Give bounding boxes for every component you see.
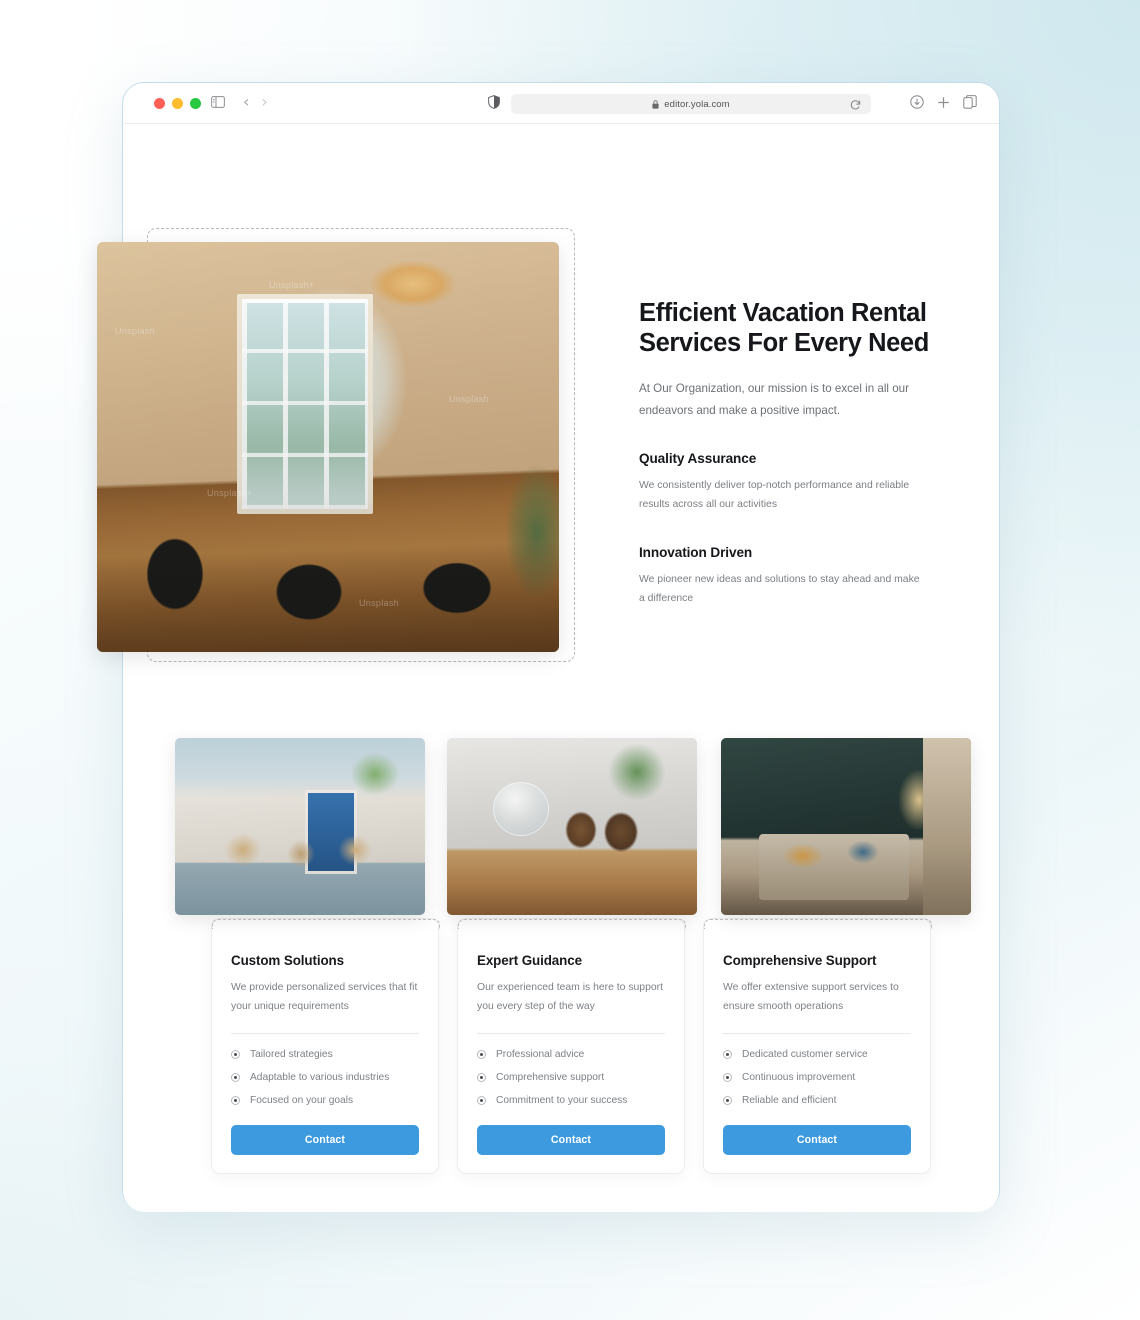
card-title: Custom Solutions: [231, 953, 344, 968]
download-icon[interactable]: [910, 95, 924, 114]
bullet-icon: [723, 1073, 732, 1083]
list-item: Focused on your goals: [231, 1095, 419, 1106]
page-canvas: Unsplash Unsplash+ Unsplash Unsplash+ Un…: [97, 124, 999, 1212]
card-custom-solutions[interactable]: Custom Solutions We provide personalized…: [175, 738, 440, 1174]
list-item: Professional advice: [477, 1049, 665, 1060]
list-item-label: Professional advice: [496, 1049, 585, 1061]
list-item-label: Continuous improvement: [742, 1072, 856, 1084]
list-item-label: Dedicated customer service: [742, 1049, 868, 1061]
address-bar[interactable]: editor.yola.com: [511, 94, 871, 114]
card-description: Our experienced team is here to support …: [477, 982, 663, 1012]
bullet-icon: [477, 1073, 486, 1083]
feature-quality-assurance: Quality Assurance We consistently delive…: [639, 451, 939, 515]
feature-title: Quality Assurance: [639, 451, 757, 467]
card-image-selection-frame[interactable]: [704, 919, 932, 929]
list-item: Continuous improvement: [723, 1072, 911, 1083]
list-item-label: Adaptable to various industries: [250, 1072, 390, 1084]
card-feature-list: Dedicated customer service Continuous im…: [723, 1049, 911, 1106]
contact-button[interactable]: Contact: [723, 1125, 911, 1155]
list-item-label: Commitment to your success: [496, 1095, 628, 1107]
browser-window: ‹ › editor.yola.com Unsplash Unsplash+ U…: [97, 82, 1000, 1212]
contact-button[interactable]: Contact: [477, 1125, 665, 1155]
photo-overlay: [97, 242, 559, 652]
divider: [477, 1033, 665, 1035]
list-item-label: Reliable and efficient: [742, 1095, 837, 1107]
card-expert-guidance[interactable]: Expert Guidance Our experienced team is …: [447, 738, 697, 1174]
toolbar-right-group: [910, 95, 977, 114]
watermark: Unsplash: [359, 598, 399, 608]
list-item-label: Comprehensive support: [496, 1072, 605, 1084]
plus-icon[interactable]: [937, 96, 950, 114]
page-title: Efficient Vacation Rental Services For E…: [639, 299, 929, 358]
watermark: Unsplash+: [207, 488, 253, 498]
shield-icon[interactable]: [488, 95, 500, 114]
copy-tabs-icon[interactable]: [963, 95, 977, 114]
list-item: Commitment to your success: [477, 1095, 665, 1106]
divider: [231, 1033, 419, 1035]
bullet-icon: [231, 1073, 240, 1083]
forward-icon[interactable]: ›: [261, 94, 267, 110]
list-item-label: Focused on your goals: [250, 1095, 354, 1107]
feature-innovation-driven: Innovation Driven We pioneer new ideas a…: [639, 545, 939, 609]
card-image-selection-frame[interactable]: [212, 919, 440, 929]
card-title: Expert Guidance: [477, 953, 582, 968]
bullet-icon: [723, 1050, 732, 1060]
card-body: Comprehensive Support We offer extensive…: [723, 953, 911, 1118]
list-item: Tailored strategies: [231, 1049, 419, 1060]
list-item-label: Tailored strategies: [250, 1049, 333, 1061]
divider: [723, 1033, 911, 1035]
close-window-button[interactable]: [154, 98, 165, 109]
bullet-icon: [477, 1096, 486, 1106]
card-description: We provide personalized services that fi…: [231, 982, 418, 1012]
feature-title: Innovation Driven: [639, 544, 753, 560]
watermark: Unsplash: [115, 326, 155, 336]
reload-icon[interactable]: [850, 98, 861, 116]
photo-overlay: [447, 738, 697, 915]
bullet-icon: [477, 1050, 486, 1060]
photo-overlay: [175, 738, 425, 915]
watermark: Unsplash+: [269, 280, 315, 290]
maximize-window-button[interactable]: [190, 98, 201, 109]
hero-subtitle: At Our Organization, our mission is to e…: [639, 382, 909, 417]
hero-image[interactable]: Unsplash Unsplash+ Unsplash Unsplash+ Un…: [97, 242, 559, 652]
card-image-selection-frame[interactable]: [458, 919, 686, 929]
lock-icon: [652, 99, 659, 109]
list-item: Reliable and efficient: [723, 1095, 911, 1106]
url-text: editor.yola.com: [664, 98, 730, 110]
photo-overlay: [721, 738, 971, 915]
contact-button[interactable]: Contact: [231, 1125, 419, 1155]
card-body: Custom Solutions We provide personalized…: [231, 953, 419, 1118]
service-cards-row: Custom Solutions We provide personalized…: [175, 738, 971, 1174]
card-image[interactable]: [447, 738, 697, 915]
card-image[interactable]: [175, 738, 425, 915]
hero-text-column: Efficient Vacation Rental Services For E…: [639, 298, 939, 609]
bullet-icon: [723, 1096, 732, 1106]
watermark: Unsplash: [449, 394, 489, 404]
card-body: Expert Guidance Our experienced team is …: [477, 953, 665, 1118]
card-image[interactable]: [721, 738, 971, 915]
toolbar-left-group: ‹ ›: [211, 94, 268, 110]
feature-body: We pioneer new ideas and solutions to st…: [639, 573, 920, 604]
browser-toolbar: ‹ › editor.yola.com: [123, 83, 999, 124]
card-description: We offer extensive support services to e…: [723, 982, 899, 1012]
list-item: Adaptable to various industries: [231, 1072, 419, 1083]
card-title: Comprehensive Support: [723, 953, 877, 968]
list-item: Comprehensive support: [477, 1072, 665, 1083]
nav-buttons: ‹ ›: [243, 94, 268, 110]
card-comprehensive-support[interactable]: Comprehensive Support We offer extensive…: [703, 738, 971, 1174]
feature-body: We consistently deliver top-notch perfor…: [639, 480, 910, 510]
card-feature-list: Professional advice Comprehensive suppor…: [477, 1049, 665, 1106]
minimize-window-button[interactable]: [172, 98, 183, 109]
sidebar-icon[interactable]: [211, 96, 225, 108]
bullet-icon: [231, 1050, 240, 1060]
back-icon[interactable]: ‹: [243, 94, 249, 110]
bullet-icon: [231, 1096, 240, 1106]
list-item: Dedicated customer service: [723, 1049, 911, 1060]
window-controls[interactable]: [154, 98, 201, 109]
card-feature-list: Tailored strategies Adaptable to various…: [231, 1049, 419, 1106]
